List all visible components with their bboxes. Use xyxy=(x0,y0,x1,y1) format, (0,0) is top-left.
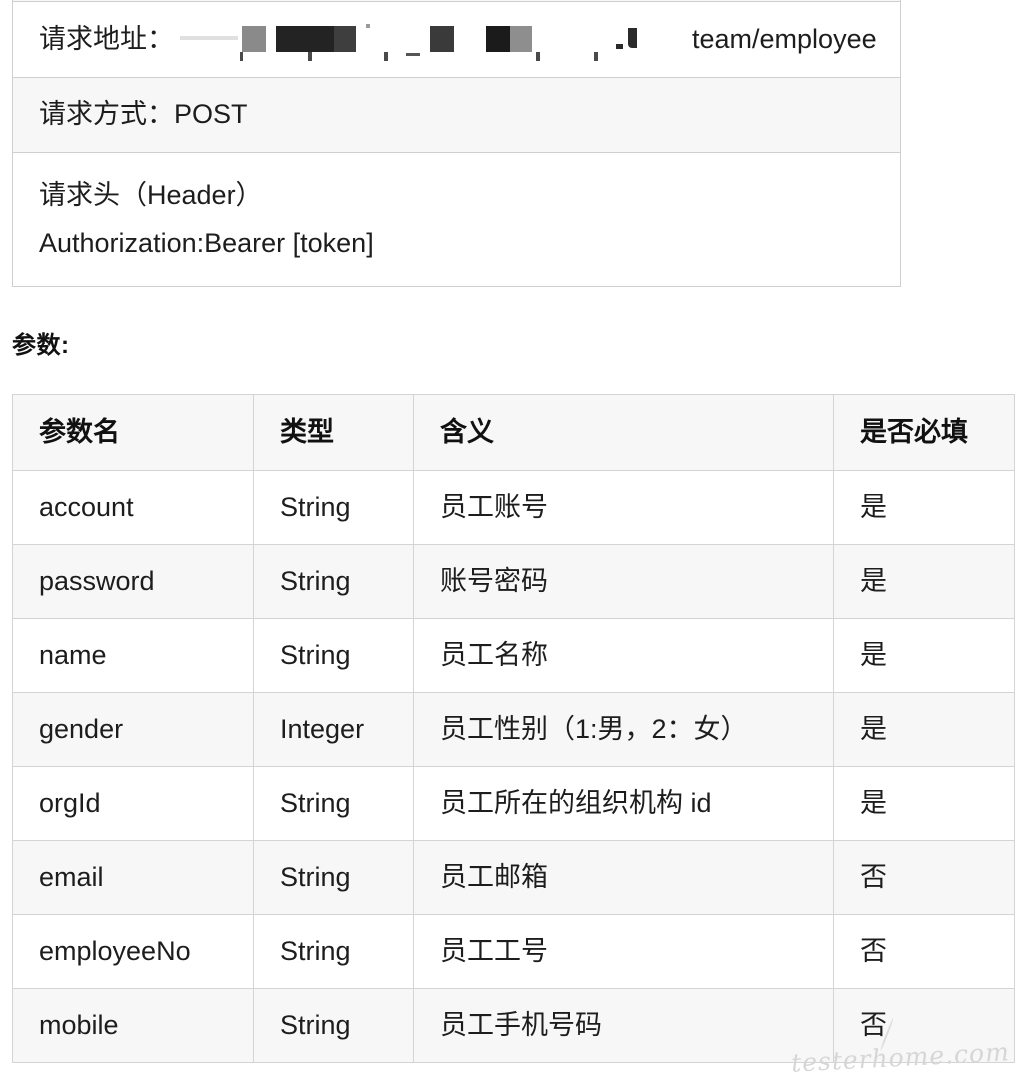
param-meaning-cell: 员工名称 xyxy=(413,618,834,693)
request-header-row: 请求头（Header） Authorization:Bearer [token] xyxy=(12,152,901,287)
table-row: orgId String 员工所在的组织机构 id 是 xyxy=(12,766,1015,841)
column-header-meaning: 含义 xyxy=(413,394,834,471)
param-required-cell: 是 xyxy=(833,692,1015,767)
param-required-cell: 是 xyxy=(833,470,1015,545)
column-header-param-name: 参数名 xyxy=(12,394,254,471)
param-type-cell: String xyxy=(253,618,414,693)
param-meaning-cell: 员工工号 xyxy=(413,914,834,989)
column-header-type: 类型 xyxy=(253,394,414,471)
table-row: email String 员工邮箱否 xyxy=(12,840,1015,915)
param-meaning-cell: 员工手机号码 xyxy=(413,988,834,1063)
request-url-row: 请求地址： team/employee xyxy=(12,1,901,78)
param-type-cell: String xyxy=(253,988,414,1063)
param-required-cell: 是 xyxy=(833,618,1015,693)
param-type-cell: String xyxy=(253,766,414,841)
param-meaning-cell: 账号密码 xyxy=(413,544,834,619)
parameters-table: 参数名 类型 含义 是否必填 account String 员工账号是 passwor… xyxy=(12,394,1015,1063)
table-row: password String 账号密码是 xyxy=(12,544,1015,619)
param-type-cell: String xyxy=(253,840,414,915)
param-name-cell: orgId xyxy=(12,766,254,841)
parameters-table-header-row: 参数名 类型 含义 是否必填 xyxy=(12,394,1015,471)
param-meaning-cell: 员工邮箱 xyxy=(413,840,834,915)
column-header-required: 是否必填 xyxy=(833,394,1015,471)
table-row: mobile String 员工手机号码否 xyxy=(12,988,1015,1063)
param-required-cell: 是 xyxy=(833,544,1015,619)
param-required-cell: 否 xyxy=(833,840,1015,915)
param-meaning-cell: 员工性别（1:男，2：女） xyxy=(413,692,834,767)
param-name-cell: name xyxy=(12,618,254,693)
param-name-cell: mobile xyxy=(12,988,254,1063)
table-row: account String 员工账号是 xyxy=(12,470,1015,545)
param-required-cell: 否 xyxy=(833,988,1015,1063)
request-info-table: 请求地址： team/employee 请求方式：POST 请求头（Header… xyxy=(12,0,901,287)
param-type-cell: String xyxy=(253,470,414,545)
table-row: employeeNo String 员工工号否 xyxy=(12,914,1015,989)
request-url-label: 请求地址： xyxy=(39,23,174,54)
table-row: gender Integer 员工性别（1:男，2：女）是 xyxy=(12,692,1015,767)
request-method-row: 请求方式：POST xyxy=(12,77,901,153)
param-name-cell: employeeNo xyxy=(12,914,254,989)
param-type-cell: String xyxy=(253,544,414,619)
request-header-title: 请求头（Header） xyxy=(39,180,263,211)
param-name-cell: account xyxy=(12,470,254,545)
table-row: name String 员工名称是 xyxy=(12,618,1015,693)
param-type-cell: String xyxy=(253,914,414,989)
param-required-cell: 是 xyxy=(833,766,1015,841)
param-required-cell: 否 xyxy=(833,914,1015,989)
param-meaning-cell: 员工账号 xyxy=(413,470,834,545)
params-section-label: 参数: xyxy=(12,332,70,359)
param-meaning-cell: 员工所在的组织机构 id xyxy=(413,766,834,841)
param-type-cell: Integer xyxy=(253,692,414,767)
request-url-visible-tail: team/employee xyxy=(692,23,877,54)
request-url-cell: 请求地址： team/employee xyxy=(12,1,901,78)
redaction-mosaic-icon xyxy=(176,22,646,62)
request-method-cell: 请求方式：POST xyxy=(12,77,901,153)
param-name-cell: email xyxy=(12,840,254,915)
param-name-cell: password xyxy=(12,544,254,619)
param-name-cell: gender xyxy=(12,692,254,767)
request-header-cell: 请求头（Header） Authorization:Bearer [token] xyxy=(12,152,901,287)
parameters-table-body: account String 员工账号是 password String 账号密码是 nam… xyxy=(12,470,1015,1063)
request-header-authorization: Authorization:Bearer [token] xyxy=(39,227,374,258)
